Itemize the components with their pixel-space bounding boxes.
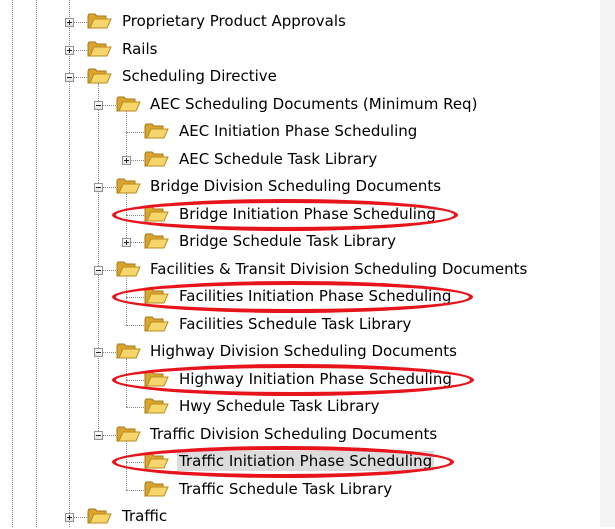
- folder-icon: [87, 507, 112, 525]
- folder-icon: [116, 425, 141, 443]
- tree-node-label[interactable]: AEC Schedule Task Library: [177, 149, 379, 169]
- tree-connector: [126, 407, 144, 408]
- folder-icon: [116, 177, 141, 195]
- tree-node-label[interactable]: Traffic Initiation Phase Scheduling: [177, 451, 435, 471]
- folder-icon: [144, 480, 169, 498]
- expand-plus-icon[interactable]: [122, 238, 131, 247]
- tree-guide-line: [126, 110, 127, 132]
- tree-connector: [126, 379, 144, 381]
- tree-connector: [126, 132, 144, 133]
- tree-guide-line: [126, 440, 127, 462]
- collapse-minus-icon[interactable]: [65, 73, 74, 82]
- tree-node-label[interactable]: Traffic Division Scheduling Documents: [148, 424, 439, 444]
- tree-node-label[interactable]: Facilities Initiation Phase Scheduling: [177, 286, 453, 306]
- folder-icon: [144, 397, 169, 415]
- tree-connector: [126, 324, 144, 326]
- expand-plus-icon[interactable]: [65, 18, 74, 27]
- folder-icon: [87, 67, 112, 85]
- tree-margin-guide: [12, 0, 13, 527]
- tree-node-label[interactable]: Facilities Schedule Task Library: [177, 314, 413, 334]
- folder-icon: [116, 260, 141, 278]
- folder-icon: [144, 205, 169, 223]
- collapse-minus-icon[interactable]: [94, 265, 103, 275]
- tree-node-label[interactable]: Proprietary Product Approvals: [120, 11, 348, 31]
- tree-guide-line: [98, 352, 99, 435]
- expand-plus-icon[interactable]: [65, 45, 74, 55]
- folder-icon: [144, 370, 169, 388]
- folder-icon: [144, 122, 169, 140]
- tree-node-label[interactable]: Facilities & Transit Division Scheduling…: [148, 259, 529, 279]
- folder-icon: [87, 12, 112, 30]
- folder-icon: [144, 287, 169, 305]
- folder-icon: [116, 95, 141, 113]
- folder-icon: [144, 150, 169, 168]
- tree-connector: [126, 462, 144, 463]
- tree-node-label[interactable]: AEC Initiation Phase Scheduling: [177, 121, 419, 141]
- tree-guide-line: [126, 193, 127, 215]
- expand-plus-icon[interactable]: [122, 155, 131, 165]
- tree-connector: [126, 214, 144, 216]
- tree-guide-line: [98, 187, 99, 270]
- collapse-minus-icon[interactable]: [94, 183, 103, 192]
- tree-node-label[interactable]: Highway Division Scheduling Documents: [148, 341, 459, 361]
- tree-node-label[interactable]: Traffic: [120, 506, 169, 526]
- tree-guide-line: [98, 104, 99, 187]
- tree-node-label[interactable]: Bridge Initiation Phase Scheduling: [177, 204, 438, 224]
- folder-icon: [87, 40, 112, 58]
- tree-guide-line: [126, 462, 127, 490]
- collapse-minus-icon[interactable]: [94, 430, 103, 440]
- collapse-minus-icon[interactable]: [94, 348, 103, 357]
- tree-node-label[interactable]: Traffic Schedule Task Library: [177, 479, 394, 499]
- expand-plus-icon[interactable]: [65, 513, 74, 522]
- tree-guide-line: [126, 379, 127, 407]
- tree-node-label[interactable]: Scheduling Directive: [120, 66, 279, 86]
- tree-node-label[interactable]: Bridge Division Scheduling Documents: [148, 176, 443, 196]
- collapse-minus-icon[interactable]: [94, 100, 103, 110]
- folder-icon: [116, 342, 141, 360]
- folder-icon: [144, 232, 169, 250]
- tree-node-label[interactable]: Hwy Schedule Task Library: [177, 396, 381, 416]
- folder-tree: Proprietary Product Approvals Rails Schedu…: [0, 0, 600, 527]
- tree-connector: [126, 297, 144, 298]
- tree-margin-guide: [36, 0, 37, 527]
- tree-node-label[interactable]: AEC Scheduling Documents (Minimum Req): [148, 94, 479, 114]
- tree-node-label[interactable]: Bridge Schedule Task Library: [177, 231, 398, 251]
- tree-node-label[interactable]: Rails: [120, 39, 159, 59]
- folder-icon: [144, 315, 169, 333]
- tree-guide-line: [126, 297, 127, 325]
- tree-node-label[interactable]: Highway Initiation Phase Scheduling: [177, 369, 454, 389]
- tree-guide-line: [126, 358, 127, 380]
- folder-icon: [144, 452, 169, 470]
- tree-guide-line: [126, 275, 127, 297]
- tree-guide-line: [98, 269, 99, 352]
- right-pane-edge: [600, 0, 615, 527]
- tree-connector: [126, 489, 144, 491]
